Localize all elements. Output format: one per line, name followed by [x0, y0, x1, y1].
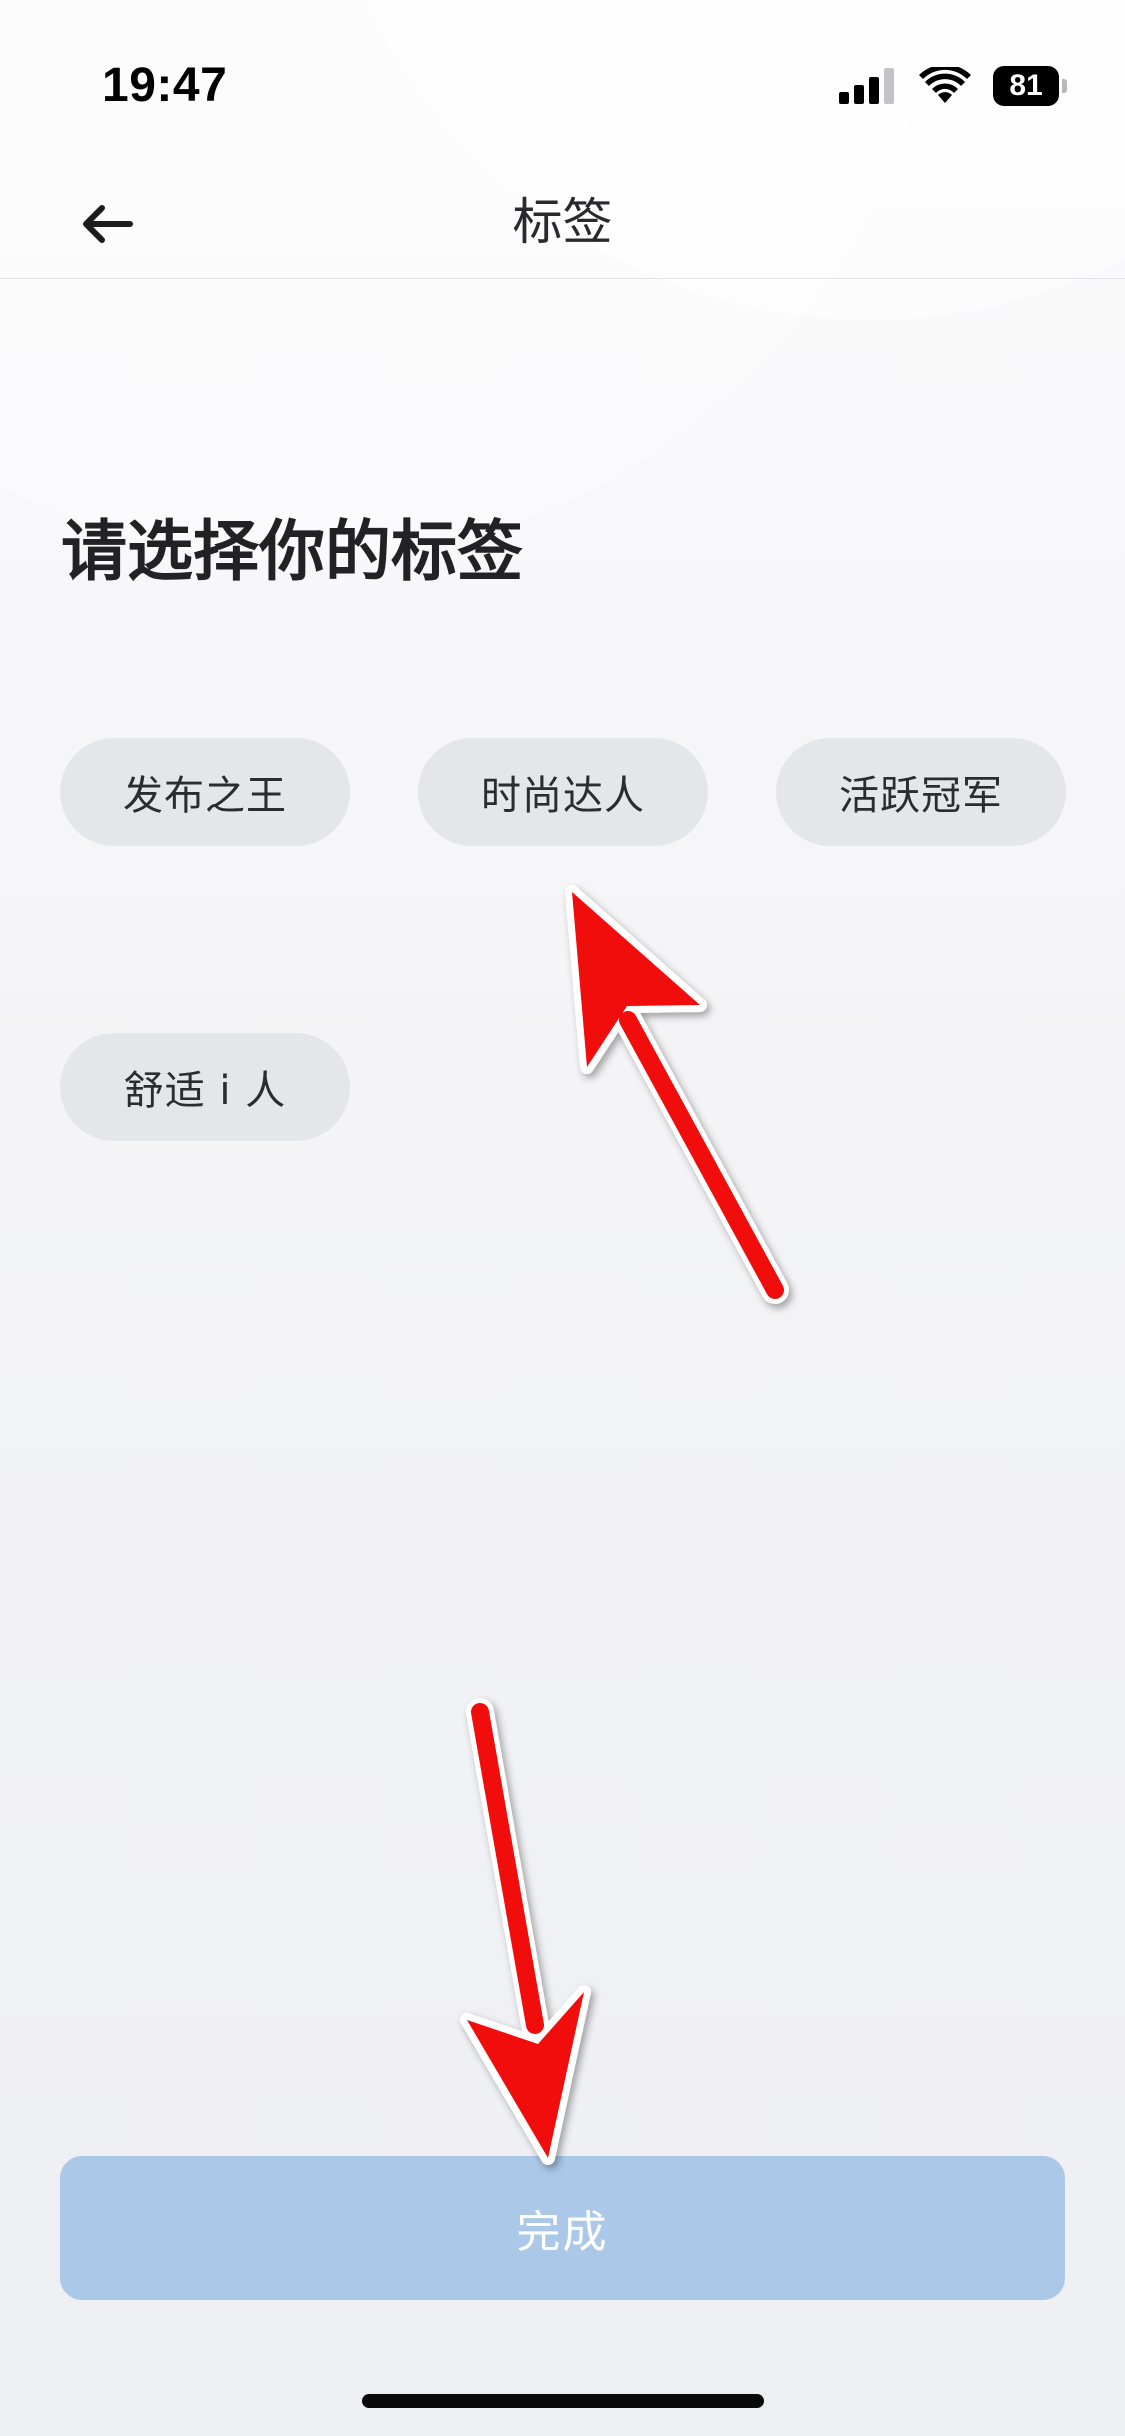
wifi-icon [919, 67, 971, 103]
status-icons: 81 [839, 66, 1067, 106]
background-decoration [0, 0, 1125, 560]
tag-chip-fashion-expert[interactable]: 时尚达人 [418, 738, 708, 846]
page-title: 标签 [512, 193, 613, 251]
done-button[interactable]: 完成 [60, 2156, 1065, 2300]
annotation-arrows [460, 885, 789, 2165]
status-time: 19:47 [102, 59, 228, 112]
tag-chip-active-champion[interactable]: 活跃冠军 [776, 738, 1066, 846]
annotation-arrow-down [460, 1698, 591, 2165]
status-bar: 19:47 81 [0, 0, 1125, 170]
battery-icon: 81 [993, 66, 1067, 106]
select-tags-heading: 请选择你的标签 [61, 513, 523, 590]
tag-chip-publish-king[interactable]: 发布之王 [60, 738, 350, 846]
annotation-arrow-up [565, 885, 789, 1304]
cellular-signal-icon [839, 68, 894, 104]
battery-cap [1062, 79, 1067, 93]
home-indicator [362, 2394, 764, 2408]
tag-chip-comfy-introvert[interactable]: 舒适 i 人 [60, 1033, 350, 1141]
navigation-bar: 标签 [0, 170, 1125, 279]
battery-level: 81 [993, 66, 1059, 106]
